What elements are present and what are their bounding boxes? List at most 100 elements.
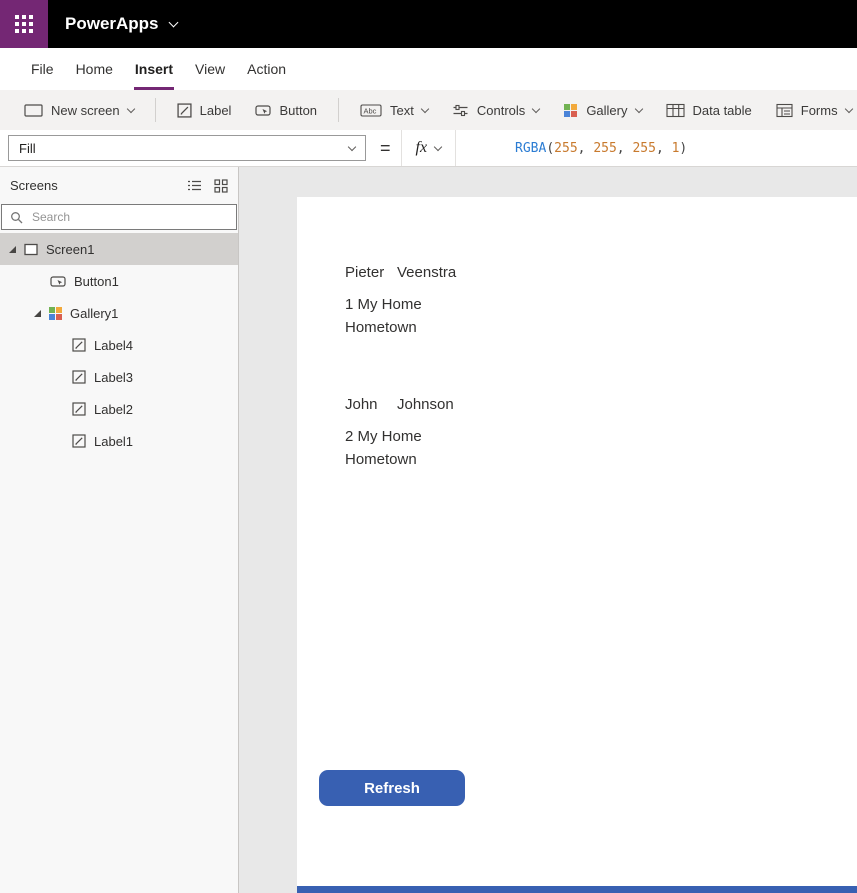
screen-icon: [24, 243, 38, 255]
gallery-label: Gallery: [586, 102, 628, 118]
forms-label: Forms: [800, 102, 838, 118]
label-icon: [177, 102, 192, 118]
menu-item-file[interactable]: File: [30, 48, 55, 90]
formula-token: ): [679, 140, 688, 156]
tree-item-label: Label4: [94, 337, 134, 353]
gallery-item[interactable]: John Johnson 2 My Home Hometown: [345, 395, 454, 471]
formula-input[interactable]: RGBA(255, 255, 255, 1): [468, 126, 687, 171]
first-name-label: John: [345, 396, 378, 413]
ribbon: New screen Label Button Abc Text Control…: [0, 90, 857, 130]
tree-item-button1[interactable]: Button1: [0, 265, 238, 297]
menu-item-action[interactable]: Action: [246, 48, 287, 90]
insert-gallery-button[interactable]: Gallery: [563, 102, 643, 118]
tree-item-gallery1[interactable]: Gallery1: [0, 297, 238, 329]
formula-token: 255: [632, 140, 656, 156]
gallery-icon: [564, 103, 578, 117]
hometown-label: Hometown: [345, 319, 417, 336]
screen-canvas[interactable]: Pieter Veenstra 1 My Home Hometown John …: [297, 197, 857, 893]
search-box: [1, 204, 237, 230]
insert-button-button[interactable]: Button: [255, 103, 317, 118]
tree-item-label2[interactable]: Label2: [0, 393, 238, 425]
tree-item-label: Screen1: [46, 241, 95, 257]
app-launcher-button[interactable]: [0, 0, 48, 48]
insert-controls-button[interactable]: Controls: [452, 102, 541, 118]
fx-button[interactable]: fx: [400, 130, 457, 166]
tree-item-label4[interactable]: Label4: [0, 329, 238, 361]
chevron-down-icon: [532, 104, 541, 113]
next-screen-edge: [297, 886, 857, 893]
tree-item-label: Button1: [74, 273, 119, 289]
workspace: Screens Screen1 Button1: [0, 167, 857, 893]
property-name: Fill: [19, 140, 36, 156]
waffle-icon: [15, 15, 19, 19]
abc-text-icon: Abc: [360, 103, 382, 117]
insert-data-table-button[interactable]: Data table: [665, 102, 752, 118]
tree-item-label: Label1: [94, 433, 134, 449]
button-icon: [50, 275, 66, 287]
controls-icon: [453, 104, 468, 116]
gallery-item[interactable]: Pieter Veenstra 1 My Home Hometown: [345, 263, 456, 339]
expand-triangle-icon[interactable]: [9, 245, 16, 253]
first-name-label: Pieter: [345, 264, 385, 281]
ribbon-divider: [154, 98, 156, 122]
tree-item-label1[interactable]: Label1: [0, 425, 238, 457]
formula-token: ,: [577, 140, 594, 156]
tree-item-label: Gallery1: [70, 305, 119, 321]
home-label: 2 My Home: [345, 428, 422, 445]
chevron-down-icon: [347, 142, 357, 151]
tree-item-screen1[interactable]: Screen1: [0, 233, 238, 265]
new-screen-label: New screen: [51, 102, 120, 118]
menu-item-home[interactable]: Home: [75, 48, 114, 90]
new-screen-icon: [24, 103, 43, 117]
tree-item-label: Label2: [94, 401, 134, 417]
gallery-icon: [49, 306, 62, 320]
button-icon: [255, 104, 272, 116]
equals-sign: =: [380, 137, 391, 158]
label-icon: [72, 338, 86, 352]
property-selector[interactable]: Fill: [8, 135, 366, 161]
search-icon: [11, 211, 23, 223]
insert-label-button[interactable]: Label: [177, 102, 232, 118]
chevron-down-icon: [420, 104, 430, 113]
last-name-label: Veenstra: [397, 264, 457, 281]
label-icon: [72, 434, 86, 448]
forms-icon: [776, 103, 793, 117]
menu-item-insert[interactable]: Insert: [133, 48, 175, 90]
text-label: Text: [390, 102, 414, 118]
grid-view-icon[interactable]: [214, 178, 228, 193]
screens-panel: Screens Screen1 Button1: [0, 167, 239, 893]
button-label: Button: [279, 102, 318, 118]
screens-panel-header: Screens: [0, 167, 238, 204]
canvas-area: Pieter Veenstra 1 My Home Hometown John …: [239, 167, 857, 893]
home-label: 1 My Home: [345, 296, 422, 313]
chevron-down-icon: [168, 17, 178, 28]
chevron-down-icon: [433, 142, 443, 151]
formula-token: ,: [616, 140, 633, 156]
expand-triangle-icon[interactable]: [34, 309, 41, 317]
formula-token: ,: [655, 140, 672, 156]
svg-text:Abc: Abc: [364, 106, 377, 115]
panel-title: Screens: [10, 178, 58, 193]
gallery-name-row: John Johnson: [345, 395, 454, 415]
label-label: Label: [199, 102, 232, 118]
formula-token: 255: [554, 140, 578, 156]
label-icon: [72, 370, 86, 384]
list-view-icon[interactable]: [187, 179, 202, 192]
formula-token: (: [546, 140, 555, 156]
search-input[interactable]: [30, 209, 228, 225]
insert-forms-button[interactable]: Forms: [776, 102, 853, 118]
fx-label: fx: [415, 139, 428, 156]
screens-tree: Screen1 Button1 Gallery1 Label4 Label3 L…: [0, 233, 238, 457]
controls-label: Controls: [476, 102, 526, 118]
gallery-name-row: Pieter Veenstra: [345, 263, 456, 283]
app-menu[interactable]: PowerApps: [65, 14, 178, 34]
menu-item-view[interactable]: View: [194, 48, 226, 90]
tree-item-label3[interactable]: Label3: [0, 361, 238, 393]
data-table-label: Data table: [692, 102, 752, 118]
insert-text-button[interactable]: Abc Text: [360, 102, 430, 118]
new-screen-button[interactable]: New screen: [24, 102, 135, 118]
refresh-button[interactable]: Refresh: [319, 770, 465, 806]
hometown-label: Hometown: [345, 451, 417, 468]
tree-item-label: Label3: [94, 369, 134, 385]
menu-bar: File Home Insert View Action: [0, 48, 857, 90]
